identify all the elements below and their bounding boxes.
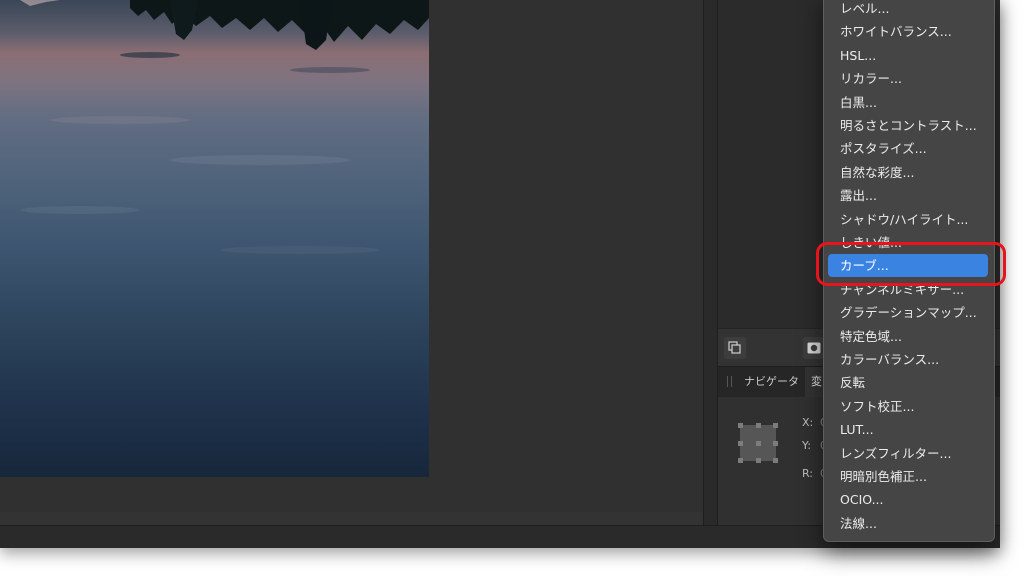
y-label: Y: bbox=[802, 439, 811, 452]
menu-item[interactable]: LUT... bbox=[828, 418, 988, 441]
anchor-point-icon[interactable] bbox=[773, 441, 778, 446]
panel-divider[interactable] bbox=[703, 0, 718, 525]
menu-item[interactable]: 明るさとコントラスト... bbox=[828, 114, 988, 137]
menu-item[interactable]: レベル... bbox=[828, 0, 988, 20]
anchor-point-icon[interactable] bbox=[738, 458, 743, 463]
adjustments-menu: レベル... ホワイトバランス... HSL... リカラー... 白黒... 明るさとコ… bbox=[823, 0, 995, 542]
menu-item[interactable]: カーブ... bbox=[828, 254, 988, 278]
menu-item[interactable]: ホワイトバランス... bbox=[828, 20, 988, 43]
menu-item[interactable]: 露出... bbox=[828, 184, 988, 207]
menu-item[interactable]: レンズフィルター... bbox=[828, 442, 988, 465]
r-label: R: bbox=[802, 467, 814, 480]
anchor-point-icon[interactable] bbox=[773, 423, 778, 428]
panel-grip-icon[interactable] bbox=[727, 376, 732, 387]
menu-item[interactable]: 明暗別色補正... bbox=[828, 465, 988, 488]
anchor-point-icon[interactable] bbox=[773, 458, 778, 463]
menu-item[interactable]: ポスタライズ... bbox=[828, 137, 988, 160]
document-scroll-strip bbox=[0, 512, 703, 525]
menu-item[interactable]: HSL... bbox=[828, 44, 988, 67]
mask-icon bbox=[807, 342, 821, 354]
menu-item[interactable]: 特定色域... bbox=[828, 325, 988, 348]
add-mask-button[interactable] bbox=[803, 337, 825, 359]
anchor-selector[interactable] bbox=[736, 421, 780, 465]
menu-item[interactable]: 法線... bbox=[828, 512, 988, 535]
x-label: X: bbox=[802, 416, 814, 429]
anchor-point-icon[interactable] bbox=[738, 441, 743, 446]
menu-item[interactable]: 白黒... bbox=[828, 91, 988, 114]
menu-item[interactable]: しきい値... bbox=[828, 231, 988, 254]
duplicate-layer-button[interactable] bbox=[724, 337, 746, 359]
anchor-point-icon[interactable] bbox=[756, 423, 761, 428]
menu-item[interactable]: カラーバランス... bbox=[828, 348, 988, 371]
anchor-point-icon[interactable] bbox=[756, 441, 761, 446]
duplicate-layers-icon bbox=[728, 341, 741, 354]
tab-navigator[interactable]: ナビゲータ bbox=[738, 367, 805, 397]
photo-canvas[interactable] bbox=[0, 0, 429, 477]
menu-item[interactable]: グラデーションマップ... bbox=[828, 301, 988, 324]
anchor-point-icon[interactable] bbox=[756, 458, 761, 463]
menu-item[interactable]: シャドウ/ハイライト... bbox=[828, 208, 988, 231]
menu-item[interactable]: 自然な彩度... bbox=[828, 161, 988, 184]
document-canvas-area bbox=[0, 0, 703, 512]
tree-reflection-graphic bbox=[20, 0, 429, 254]
menu-item[interactable]: リカラー... bbox=[828, 67, 988, 90]
menu-item[interactable]: 反転 bbox=[828, 371, 988, 394]
anchor-point-icon[interactable] bbox=[738, 423, 743, 428]
menu-item[interactable]: ソフト校正... bbox=[828, 395, 988, 418]
menu-item[interactable]: OCIO... bbox=[828, 488, 988, 511]
menu-item[interactable]: チャンネルミキサー... bbox=[828, 278, 988, 301]
